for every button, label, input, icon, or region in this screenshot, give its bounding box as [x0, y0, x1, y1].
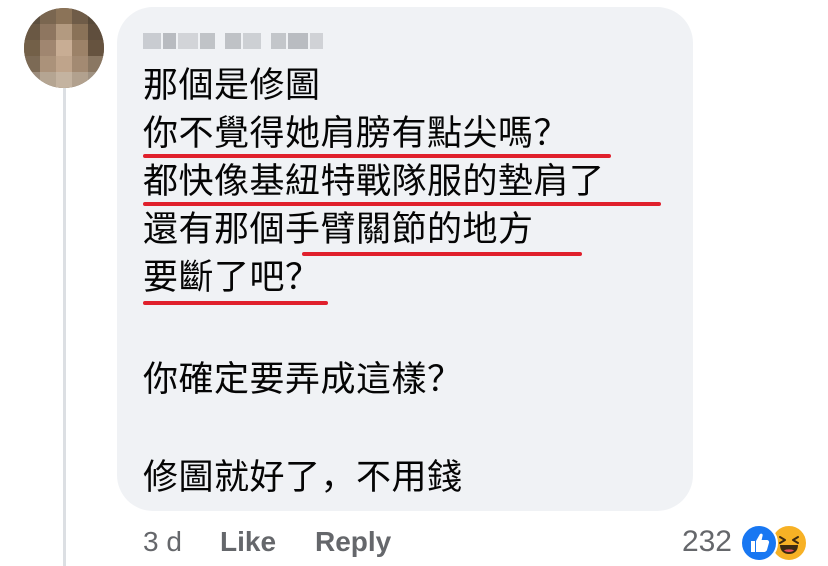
- avatar[interactable]: [24, 8, 104, 88]
- red-underline-annotation: [143, 301, 328, 305]
- comment-line-6: 你確定要弄成這樣？: [143, 360, 463, 400]
- like-button[interactable]: Like: [220, 524, 276, 560]
- reply-button[interactable]: Reply: [315, 524, 391, 560]
- comment-author-name[interactable]: [143, 30, 325, 52]
- comment-line-7: 修圖就好了，不用錢: [143, 458, 463, 498]
- like-icon: [740, 524, 778, 562]
- comment-line-2: 你不覺得她肩膀有點尖嗎？: [143, 114, 570, 154]
- red-underline-annotation: [143, 154, 611, 158]
- red-underline-annotation: [302, 252, 582, 256]
- red-underline-annotation: [143, 202, 661, 206]
- comment-line-3: 都快像基紐特戰隊服的墊肩了: [143, 162, 605, 202]
- reaction-icons[interactable]: [740, 522, 810, 562]
- comment-timestamp[interactable]: 3 d: [143, 524, 182, 560]
- thread-line: [63, 88, 66, 566]
- reaction-count[interactable]: 232: [682, 524, 732, 560]
- comment-line-5: 要斷了吧？: [143, 258, 321, 298]
- comment-line-1: 那個是修圖: [143, 66, 321, 106]
- comment-line-4: 還有那個手臂關節的地方: [143, 210, 534, 250]
